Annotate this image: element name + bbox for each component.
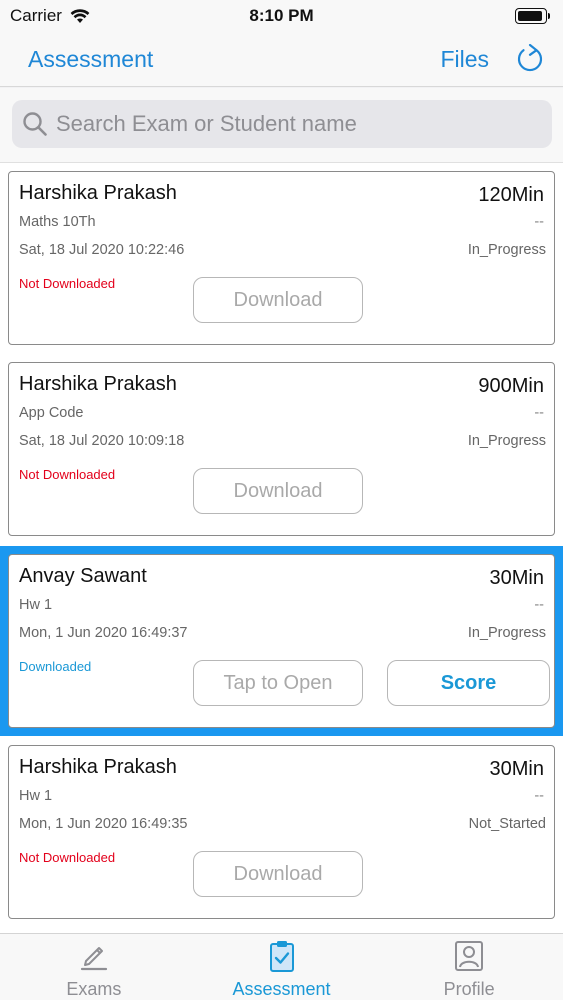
- battery-icon: [515, 8, 550, 24]
- download-button[interactable]: Download: [193, 851, 363, 897]
- score-placeholder: --: [534, 788, 544, 804]
- download-status: Not Downloaded: [19, 850, 116, 865]
- files-button[interactable]: Files: [440, 46, 489, 73]
- tab-label: Profile: [443, 979, 495, 999]
- status-left: Carrier: [10, 6, 90, 26]
- tab-label: Exams: [66, 979, 122, 999]
- exam-duration: 900Min: [478, 375, 544, 397]
- tab-exams[interactable]: Exams: [0, 934, 188, 1000]
- tab-bar: Exams Assessment Profile: [0, 933, 563, 1000]
- exam-date: Sat, 18 Jul 2020 10:09:18: [19, 433, 185, 449]
- nav-bar: Assessment Files: [0, 32, 563, 87]
- exam-duration: 30Min: [489, 567, 544, 589]
- clipboard-icon: [269, 941, 294, 972]
- list-item[interactable]: Harshika Prakash 120Min Maths 10Th -- Sa…: [0, 163, 563, 353]
- search-box[interactable]: [12, 100, 552, 148]
- list-item[interactable]: Harshika Prakash 900Min App Code -- Sat,…: [0, 354, 563, 544]
- download-button[interactable]: Download: [193, 277, 363, 323]
- exam-date: Sat, 18 Jul 2020 10:22:46: [19, 242, 185, 258]
- score-placeholder: --: [534, 597, 544, 613]
- tab-profile[interactable]: Profile: [375, 934, 563, 1000]
- exam-state: In_Progress: [467, 625, 546, 641]
- list-item-selected[interactable]: Anvay Sawant 30Min Hw 1 -- Mon, 1 Jun 20…: [0, 546, 563, 736]
- search-bar: [0, 88, 563, 163]
- student-name: Harshika Prakash: [19, 373, 177, 395]
- assessment-card[interactable]: Harshika Prakash 30Min Hw 1 -- Mon, 1 Ju…: [8, 745, 555, 919]
- assessment-card[interactable]: Anvay Sawant 30Min Hw 1 -- Mon, 1 Jun 20…: [8, 554, 555, 728]
- profile-icon: [455, 941, 484, 971]
- wifi-icon: [70, 8, 90, 23]
- refresh-icon[interactable]: [515, 44, 545, 74]
- exam-subject: Maths 10Th: [19, 214, 96, 230]
- exam-subject: Hw 1: [19, 788, 53, 804]
- download-button[interactable]: Download: [193, 468, 363, 514]
- score-placeholder: --: [534, 214, 544, 230]
- download-status: Downloaded: [19, 659, 92, 674]
- download-status: Not Downloaded: [19, 276, 116, 291]
- student-name: Harshika Prakash: [19, 182, 177, 204]
- search-input[interactable]: [56, 111, 536, 137]
- nav-title: Assessment: [28, 45, 154, 72]
- assessment-card[interactable]: Harshika Prakash 120Min Maths 10Th -- Sa…: [8, 171, 555, 345]
- tab-assessment[interactable]: Assessment: [188, 934, 376, 1000]
- exam-subject: App Code: [19, 405, 84, 421]
- exam-date: Mon, 1 Jun 2020 16:49:37: [19, 625, 188, 641]
- list-item[interactable]: Harshika Prakash 30Min Hw 1 -- Mon, 1 Ju…: [0, 737, 563, 927]
- nav-actions: Files: [440, 44, 545, 74]
- exam-duration: 120Min: [478, 184, 544, 206]
- student-name: Harshika Prakash: [19, 756, 177, 778]
- score-button[interactable]: Score: [387, 660, 550, 706]
- search-icon: [23, 112, 47, 136]
- student-name: Anvay Sawant: [19, 565, 147, 587]
- status-bar: Carrier 8:10 PM: [0, 0, 563, 32]
- exam-duration: 30Min: [489, 758, 544, 780]
- download-status: Not Downloaded: [19, 467, 116, 482]
- exam-state: In_Progress: [467, 433, 546, 449]
- tab-label: Assessment: [232, 979, 331, 999]
- carrier-label: Carrier: [10, 6, 62, 25]
- pencil-icon: [80, 947, 107, 971]
- assessment-list: Harshika Prakash 120Min Maths 10Th -- Sa…: [0, 163, 563, 933]
- tap-to-open-button[interactable]: Tap to Open: [193, 660, 363, 706]
- exam-date: Mon, 1 Jun 2020 16:49:35: [19, 816, 188, 832]
- exam-subject: Hw 1: [19, 597, 53, 613]
- score-placeholder: --: [534, 405, 544, 421]
- assessment-card[interactable]: Harshika Prakash 900Min App Code -- Sat,…: [8, 362, 555, 536]
- exam-state: In_Progress: [467, 242, 546, 258]
- exam-state: Not_Started: [468, 816, 546, 832]
